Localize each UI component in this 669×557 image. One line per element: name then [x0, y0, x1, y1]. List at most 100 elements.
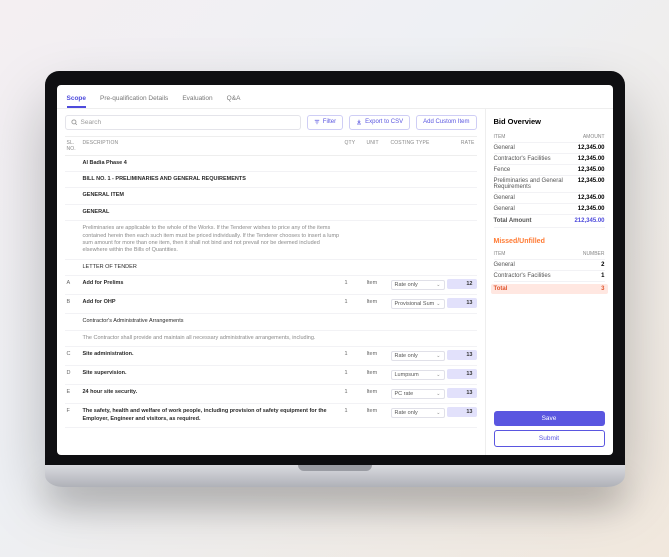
tab-bar: Scope Pre-qualification Details Evaluati…	[57, 85, 613, 109]
chevron-down-icon: ⌄	[436, 282, 440, 288]
missed-header: ITEM NUMBER	[494, 249, 605, 260]
cell-sl: D	[65, 369, 81, 377]
col-ctype: COSTING TYPE	[389, 140, 447, 146]
cell-costing-type	[389, 224, 447, 226]
search-placeholder: Search	[81, 119, 102, 126]
table-row[interactable]: LETTER OF TENDER	[65, 260, 477, 276]
save-button[interactable]: Save	[494, 411, 605, 426]
cell-desc: Al Badia Phase 4	[81, 159, 343, 168]
cell-costing-type	[389, 208, 447, 210]
cell-rate[interactable]: 13	[447, 298, 477, 308]
table-row[interactable]: BILL NO. 1 - PRELIMINARIES AND GENERAL R…	[65, 172, 477, 188]
cell-qty	[343, 263, 365, 265]
col-qty: QTY	[343, 140, 365, 146]
search-input[interactable]: Search	[65, 115, 301, 130]
add-item-button[interactable]: Add Custom Item	[416, 115, 476, 130]
overview-header: ITEM AMOUNT	[494, 132, 605, 143]
cell-rate[interactable]: 12	[447, 279, 477, 289]
cell-costing-type	[389, 263, 447, 265]
cell-qty: 1	[343, 298, 365, 306]
cell-unit	[365, 263, 389, 265]
cell-sl: B	[65, 298, 81, 306]
cell-unit	[365, 317, 389, 319]
cell-sl	[65, 191, 81, 193]
cell-rate	[447, 224, 477, 226]
cell-costing-type	[389, 334, 447, 336]
cell-desc: Contractor's Administrative Arrangements	[81, 317, 343, 326]
export-button[interactable]: Export to CSV	[349, 115, 410, 130]
cell-costing-type[interactable]: PC rate⌄	[389, 388, 447, 400]
chevron-down-icon: ⌄	[436, 391, 440, 397]
tab-prequal[interactable]: Pre-qualification Details	[100, 91, 168, 108]
cell-unit: Item	[365, 369, 389, 377]
cell-costing-type[interactable]: Provisional Sum⌄	[389, 298, 447, 310]
bid-overview-panel: Bid Overview ITEM AMOUNT General12,345.0…	[485, 109, 613, 455]
tab-scope[interactable]: Scope	[67, 91, 87, 108]
table-header: SL. NO. DESCRIPTION QTY UNIT COSTING TYP…	[65, 137, 477, 156]
table-row[interactable]: Al Badia Phase 4	[65, 156, 477, 172]
table-row[interactable]: E24 hour site security.1ItemPC rate⌄13	[65, 385, 477, 404]
table-row[interactable]: Contractor's Administrative Arrangements	[65, 314, 477, 330]
overview-total: Total Amount 212,345.00	[494, 215, 605, 228]
tab-evaluation[interactable]: Evaluation	[182, 91, 212, 108]
cell-desc: GENERAL ITEM	[81, 191, 343, 200]
table-row[interactable]: GENERAL ITEM	[65, 188, 477, 204]
table-row[interactable]: CSite administration.1ItemRate only⌄13	[65, 347, 477, 366]
cell-unit: Item	[365, 279, 389, 287]
cell-sl	[65, 263, 81, 265]
cell-unit	[365, 208, 389, 210]
laptop-frame: Scope Pre-qualification Details Evaluati…	[45, 71, 625, 487]
screen-bezel: Scope Pre-qualification Details Evaluati…	[45, 71, 625, 465]
col-rate: RATE	[447, 140, 477, 146]
overview-row: General12,345.00	[494, 204, 605, 215]
cell-desc: The safety, health and welfare of work p…	[81, 407, 343, 424]
cell-unit: Item	[365, 407, 389, 415]
overview-row: Contractor's Facilities12,345.00	[494, 154, 605, 165]
table-row[interactable]: DSite supervision.1ItemLumpsum⌄13	[65, 366, 477, 385]
tab-qa[interactable]: Q&A	[227, 91, 241, 108]
chevron-down-icon: ⌄	[436, 353, 440, 359]
table-row[interactable]: Preliminaries are applicable to the whol…	[65, 221, 477, 260]
cell-rate[interactable]: 13	[447, 407, 477, 417]
toolbar: Search Filter Export to CSV Add Custom I…	[65, 115, 477, 130]
cell-sl	[65, 208, 81, 210]
cell-desc: Add for Prelims	[81, 279, 343, 288]
download-icon	[356, 119, 362, 125]
cell-rate	[447, 334, 477, 336]
cell-qty	[343, 334, 365, 336]
cell-costing-type[interactable]: Rate only⌄	[389, 350, 447, 362]
cell-unit	[365, 334, 389, 336]
cell-sl: F	[65, 407, 81, 415]
cell-rate[interactable]: 13	[447, 388, 477, 398]
cell-costing-type[interactable]: Lumpsum⌄	[389, 369, 447, 381]
cell-costing-type[interactable]: Rate only⌄	[389, 407, 447, 419]
cell-sl	[65, 175, 81, 177]
cell-desc: BILL NO. 1 - PRELIMINARIES AND GENERAL R…	[81, 175, 343, 184]
col-unit: UNIT	[365, 140, 389, 146]
cell-unit: Item	[365, 388, 389, 396]
cell-rate[interactable]: 13	[447, 369, 477, 379]
cell-sl	[65, 224, 81, 226]
cell-costing-type[interactable]: Rate only⌄	[389, 279, 447, 291]
table-row[interactable]: The Contractor shall provide and maintai…	[65, 331, 477, 347]
filter-button[interactable]: Filter	[307, 115, 343, 130]
search-icon	[71, 119, 78, 126]
cell-rate[interactable]: 13	[447, 350, 477, 360]
cell-qty: 1	[343, 407, 365, 415]
cell-qty	[343, 224, 365, 226]
table-row[interactable]: GENERAL	[65, 205, 477, 221]
cell-desc: Site supervision.	[81, 369, 343, 378]
submit-button[interactable]: Submit	[494, 430, 605, 447]
missed-title: Missed/Unfilled	[494, 238, 605, 245]
cell-unit	[365, 191, 389, 193]
cell-sl	[65, 159, 81, 161]
cell-qty: 1	[343, 279, 365, 287]
table-row[interactable]: AAdd for Prelims1ItemRate only⌄12	[65, 276, 477, 295]
cell-rate	[447, 191, 477, 193]
missed-row: General2	[494, 260, 605, 271]
cell-rate	[447, 263, 477, 265]
cell-qty	[343, 175, 365, 177]
cell-rate	[447, 159, 477, 161]
table-row[interactable]: FThe safety, health and welfare of work …	[65, 404, 477, 428]
table-row[interactable]: BAdd for OHP1ItemProvisional Sum⌄13	[65, 295, 477, 314]
